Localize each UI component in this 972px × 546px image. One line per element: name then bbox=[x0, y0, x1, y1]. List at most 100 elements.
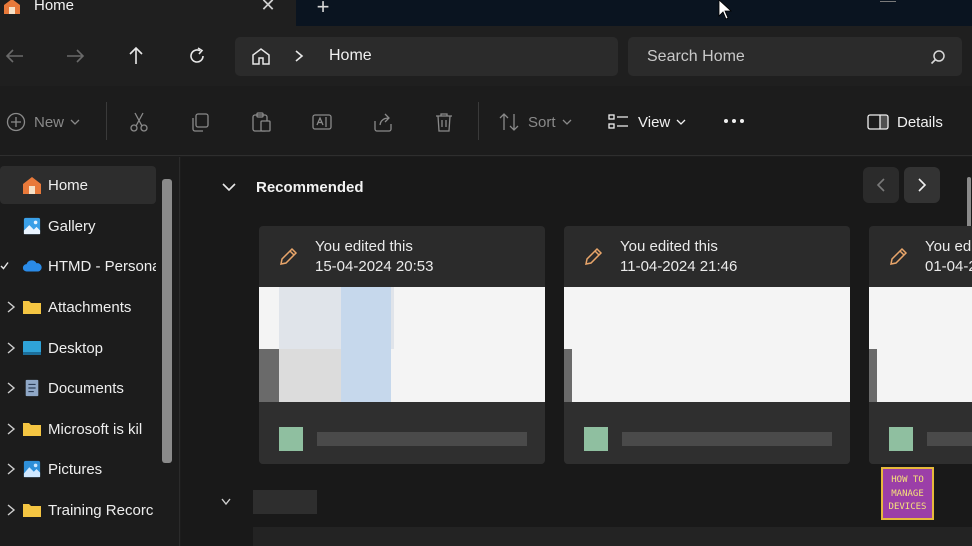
chevron-right-icon bbox=[918, 178, 927, 192]
sidebar-item-label: Desktop bbox=[48, 340, 104, 357]
file-list-blurred bbox=[253, 527, 972, 546]
recommended-card[interactable]: You edi 01-04-2 bbox=[869, 226, 972, 464]
search-box[interactable]: Search Home bbox=[628, 37, 962, 76]
share-button[interactable] bbox=[372, 110, 394, 134]
refresh-icon bbox=[190, 47, 204, 63]
chevron-right-icon[interactable] bbox=[293, 49, 305, 63]
tab-home[interactable]: Home ✕ bbox=[0, 0, 296, 26]
details-pane-icon bbox=[867, 114, 889, 130]
sort-button[interactable]: Sort bbox=[498, 110, 572, 134]
search-input[interactable]: Search Home bbox=[647, 48, 745, 66]
content-area: Recommended You edited this 15-04-2024 2… bbox=[181, 157, 972, 546]
rename-button[interactable] bbox=[311, 110, 333, 134]
close-window-button[interactable] bbox=[938, 0, 954, 2]
documents-icon bbox=[25, 379, 39, 397]
navigation-bar: Home Search Home bbox=[0, 26, 972, 86]
command-bar: New Sort View Details bbox=[0, 86, 972, 156]
desktop-icon bbox=[23, 341, 41, 355]
copy-icon bbox=[192, 113, 209, 132]
chevron-right-icon[interactable] bbox=[6, 423, 16, 435]
chevron-right-icon[interactable] bbox=[6, 504, 16, 516]
home-icon bbox=[4, 0, 20, 14]
minimize-button[interactable] bbox=[880, 0, 896, 2]
folder-icon bbox=[23, 423, 41, 436]
tab-close-icon[interactable]: ✕ bbox=[258, 0, 278, 16]
sidebar-item-home[interactable]: Home bbox=[0, 166, 156, 204]
sidebar-item-label: HTMD - Persona bbox=[48, 258, 156, 275]
breadcrumb-home[interactable]: Home bbox=[329, 47, 372, 65]
onedrive-icon bbox=[22, 260, 42, 272]
checkmark-icon bbox=[0, 262, 9, 270]
sidebar-item-documents[interactable]: Documents bbox=[0, 369, 156, 407]
file-thumbnail bbox=[869, 287, 972, 402]
delete-button[interactable] bbox=[433, 110, 455, 134]
section-title: Recommended bbox=[256, 179, 364, 196]
up-button[interactable] bbox=[124, 44, 148, 68]
sidebar-item-label: Attachments bbox=[48, 299, 132, 316]
sidebar-item-label: Gallery bbox=[48, 218, 96, 235]
sidebar-item-microsoft-folder[interactable]: Microsoft is kil bbox=[0, 410, 156, 448]
file-thumbnail bbox=[564, 287, 850, 402]
navigation-pane: Home Gallery HTMD - Persona Attachments … bbox=[0, 157, 180, 546]
new-tab-button[interactable]: + bbox=[312, 0, 334, 20]
sidebar-scrollbar[interactable] bbox=[162, 179, 172, 463]
plus-circle-icon bbox=[6, 112, 26, 132]
home-outline-icon bbox=[252, 48, 270, 65]
card-footer bbox=[564, 402, 850, 464]
pencil-icon bbox=[585, 247, 603, 265]
divider bbox=[478, 102, 479, 140]
details-button[interactable]: Details bbox=[867, 110, 943, 134]
new-button[interactable]: New bbox=[6, 110, 80, 134]
more-options-icon[interactable] bbox=[724, 119, 744, 123]
address-bar[interactable]: Home bbox=[235, 37, 618, 76]
sidebar-item-desktop[interactable]: Desktop bbox=[0, 329, 156, 367]
copy-button[interactable] bbox=[189, 110, 211, 134]
chevron-right-icon[interactable] bbox=[6, 342, 16, 354]
chevron-down-icon[interactable] bbox=[221, 182, 237, 192]
divider bbox=[106, 102, 107, 140]
view-button[interactable]: View bbox=[608, 110, 686, 134]
refresh-button[interactable] bbox=[185, 44, 209, 68]
recommended-card[interactable]: You edited this 15-04-2024 20:53 bbox=[259, 226, 545, 464]
card-timestamp: 11-04-2024 21:46 bbox=[620, 258, 738, 275]
back-button[interactable] bbox=[3, 44, 27, 68]
chevron-right-icon[interactable] bbox=[6, 463, 16, 475]
chevron-right-icon[interactable] bbox=[6, 382, 16, 394]
sidebar-item-onedrive[interactable]: HTMD - Persona bbox=[0, 247, 156, 285]
card-activity: You edi bbox=[925, 238, 972, 255]
sort-icon bbox=[499, 113, 519, 131]
cut-button[interactable] bbox=[128, 110, 150, 134]
card-activity: You edited this bbox=[620, 238, 718, 255]
sidebar-item-label: Home bbox=[48, 177, 89, 194]
view-label: View bbox=[638, 113, 671, 131]
file-thumbnail bbox=[259, 287, 545, 402]
watermark-line: HOW TO bbox=[891, 475, 924, 485]
mouse-cursor-icon bbox=[718, 0, 733, 20]
watermark-line: MANAGE bbox=[891, 489, 924, 499]
chevron-left-icon bbox=[876, 178, 885, 192]
sidebar-item-attachments[interactable]: Attachments bbox=[0, 288, 156, 326]
pictures-icon bbox=[23, 460, 41, 478]
watermark-line: DEVICES bbox=[888, 502, 927, 512]
chevron-down-icon[interactable] bbox=[221, 497, 231, 507]
sidebar-item-training-folder[interactable]: Training Recorc bbox=[0, 491, 156, 529]
chevron-right-icon[interactable] bbox=[6, 301, 16, 313]
rename-icon bbox=[312, 114, 332, 130]
home-icon bbox=[23, 177, 41, 194]
paste-button[interactable] bbox=[250, 110, 272, 134]
folder-icon bbox=[23, 504, 41, 517]
search-icon[interactable] bbox=[930, 49, 946, 65]
card-timestamp: 01-04-2 bbox=[925, 258, 972, 275]
new-label: New bbox=[34, 113, 65, 131]
watermark-logo: HOW TO MANAGE DEVICES bbox=[881, 467, 934, 520]
sidebar-item-pictures[interactable]: Pictures bbox=[0, 450, 156, 488]
chevron-down-icon bbox=[562, 119, 571, 125]
scissors-icon bbox=[130, 112, 148, 132]
carousel-next-button[interactable] bbox=[904, 167, 940, 203]
recommended-card[interactable]: You edited this 11-04-2024 21:46 bbox=[564, 226, 850, 464]
card-footer bbox=[259, 402, 545, 464]
forward-button[interactable] bbox=[63, 44, 87, 68]
tab-title: Home bbox=[34, 0, 75, 14]
carousel-prev-button[interactable] bbox=[863, 167, 899, 203]
sidebar-item-gallery[interactable]: Gallery bbox=[0, 207, 156, 245]
